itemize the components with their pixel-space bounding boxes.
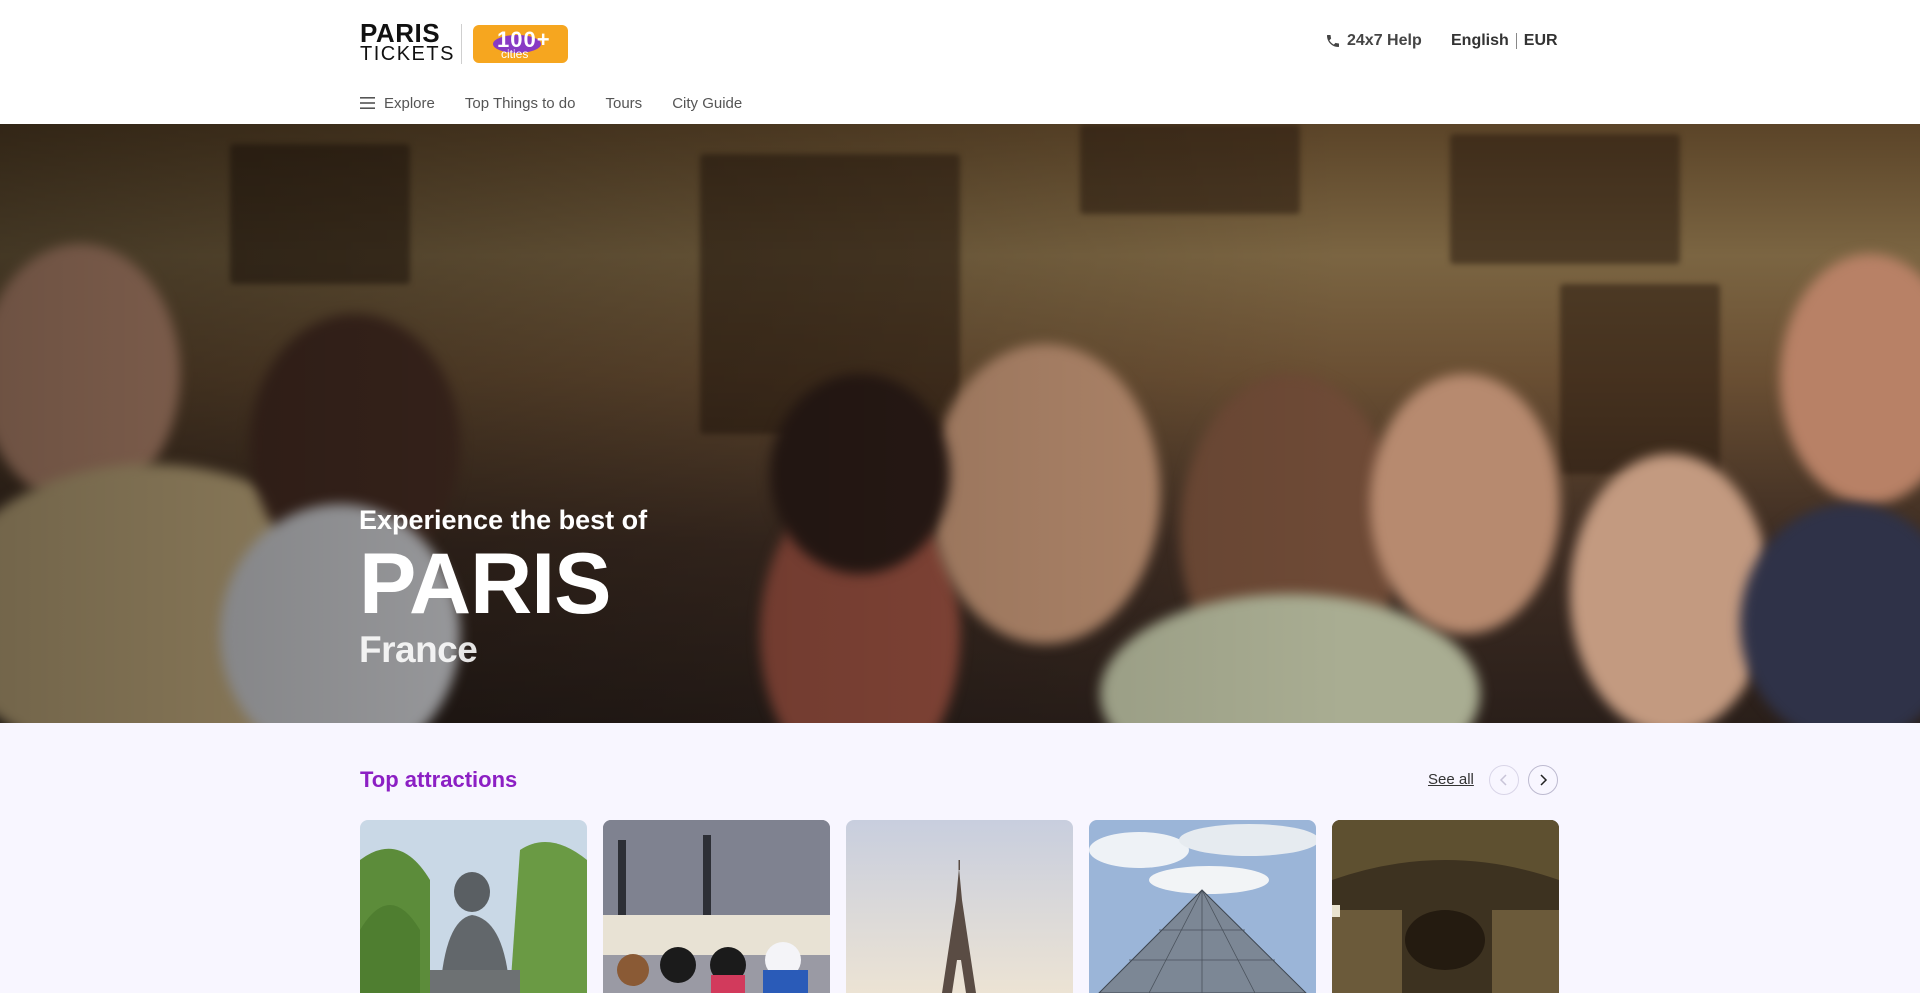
- attraction-card-rodin-museum[interactable]: [360, 820, 587, 993]
- menu-icon: [360, 97, 375, 109]
- nav-item-tours[interactable]: Tours: [606, 95, 643, 112]
- see-all-link[interactable]: See all: [1428, 771, 1474, 788]
- carousel-next-button[interactable]: [1528, 765, 1558, 795]
- attraction-card-eiffel-tower[interactable]: [846, 820, 1073, 993]
- help-link[interactable]: 24x7 Help: [1325, 30, 1422, 52]
- nav-label: Explore: [384, 94, 435, 112]
- nav-label: City Guide: [672, 94, 743, 112]
- attraction-card-louvre[interactable]: [1089, 820, 1316, 993]
- nav-item-city-guide[interactable]: City Guide: [672, 95, 742, 112]
- attraction-card-catacombs[interactable]: [1332, 820, 1559, 993]
- carousel-prev-button[interactable]: [1489, 765, 1519, 795]
- attraction-image: [360, 820, 587, 993]
- hero-subtitle: Experience the best of: [359, 505, 648, 535]
- cities-badge: 100+ cities: [473, 25, 568, 63]
- nav-item-top-things[interactable]: Top Things to do: [465, 95, 576, 112]
- phone-icon: [1327, 35, 1339, 47]
- hero-banner: Experience the best of PARIS France: [0, 124, 1920, 723]
- logo-divider: [461, 24, 462, 64]
- language-currency-selector[interactable]: English EUR: [1451, 30, 1558, 52]
- hero-text: Experience the best of PARIS France: [359, 504, 647, 670]
- help-label: 24x7 Help: [1347, 32, 1422, 49]
- hero-overlay: [0, 124, 1920, 723]
- chevron-right-icon: [1540, 774, 1548, 786]
- main-nav: Explore Top Things to do Tours City Guid…: [360, 92, 742, 114]
- logo-line-1: PARIS: [360, 18, 441, 48]
- nav-label: Tours: [605, 94, 643, 112]
- logo-line-2: TICKETS: [360, 43, 455, 65]
- hero-city: PARIS: [359, 536, 611, 632]
- hero-country: France: [359, 629, 478, 670]
- attraction-card-disneyland[interactable]: [603, 820, 830, 993]
- attraction-image: [1332, 820, 1559, 993]
- top-attractions-title: Top attractions: [360, 767, 518, 792]
- language-label: English: [1451, 32, 1509, 49]
- logo[interactable]: PARIS TICKETS: [360, 18, 455, 66]
- attraction-image: [603, 820, 830, 993]
- nav-item-explore[interactable]: Explore: [360, 95, 435, 112]
- site-header: PARIS TICKETS 100+ cities 24x7 Help Engl…: [0, 0, 1920, 124]
- attraction-image: [1089, 820, 1316, 993]
- chevron-left-icon: [1499, 774, 1507, 786]
- lang-divider: [1515, 33, 1517, 49]
- attraction-image: [846, 820, 1073, 993]
- badge-sub: cities: [501, 47, 529, 61]
- nav-label: Top Things to do: [464, 94, 576, 112]
- currency-label: EUR: [1523, 32, 1558, 49]
